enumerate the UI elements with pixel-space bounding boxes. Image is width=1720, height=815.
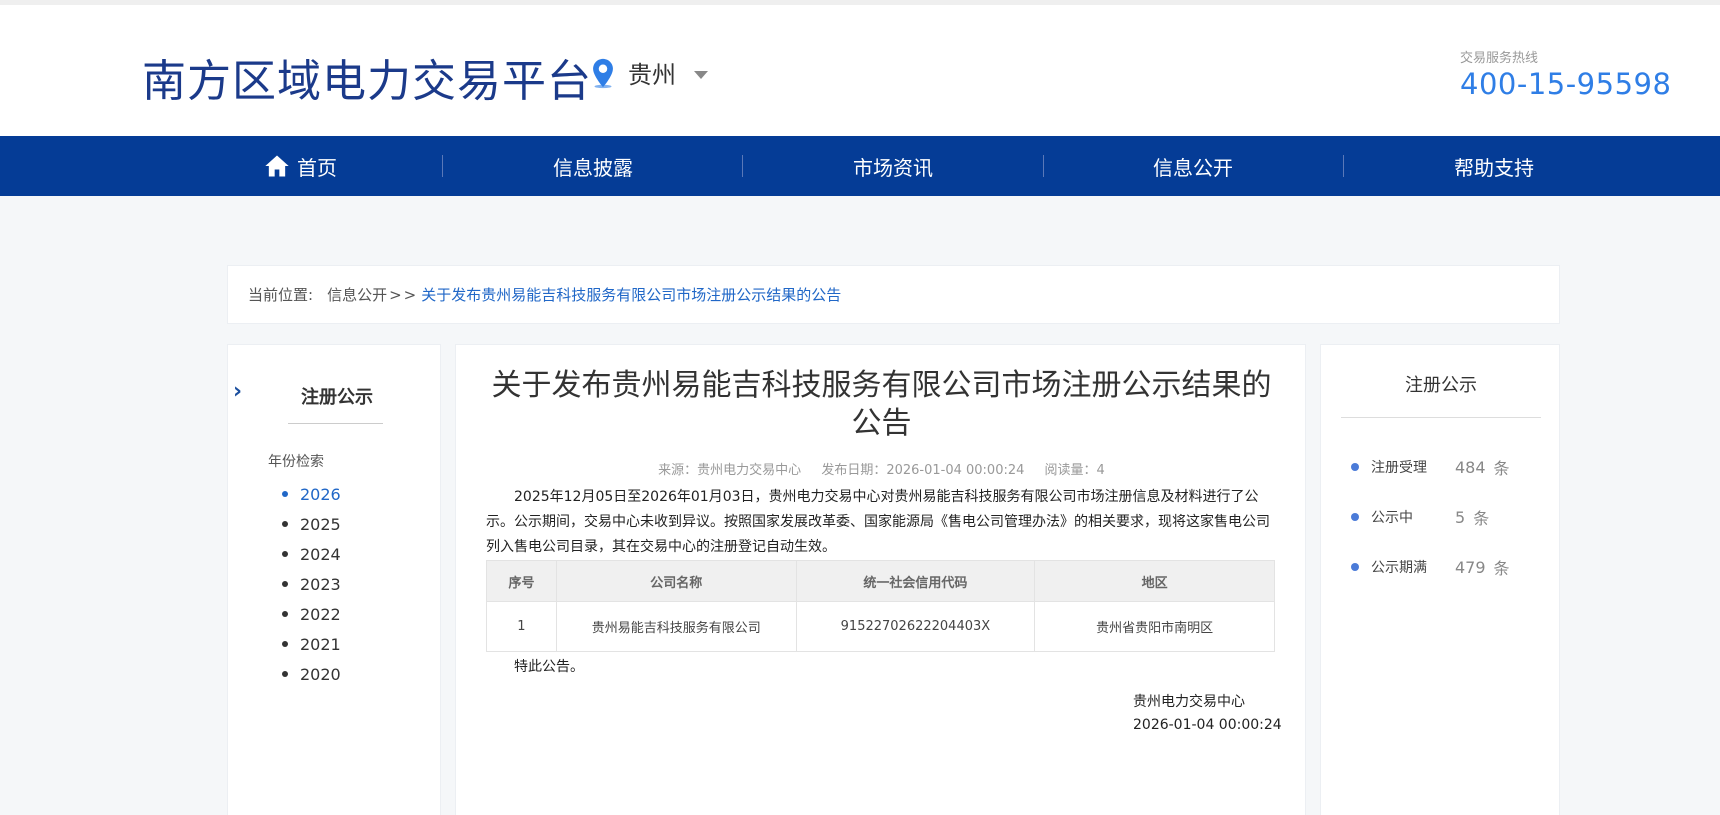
nav-item-market-news[interactable]: 市场资讯 bbox=[743, 136, 1043, 196]
stat-label: 公示中 bbox=[1371, 510, 1413, 526]
nav-item-public-info[interactable]: 信息公开 bbox=[1043, 136, 1343, 196]
hotline-label: 交易服务热线 bbox=[1460, 51, 1539, 66]
table-header-row: 序号 公司名称 统一社会信用代码 地区 bbox=[486, 560, 1275, 602]
bullet-icon bbox=[282, 671, 288, 677]
closing-text: 特此公告。 bbox=[514, 659, 584, 675]
region-label: 贵州 bbox=[628, 61, 676, 89]
column-header: 公司名称 bbox=[555, 560, 797, 602]
bullet-icon bbox=[282, 611, 288, 617]
nav-item-disclosure[interactable]: 信息披露 bbox=[443, 136, 743, 196]
nav-item-label: 市场资讯 bbox=[853, 155, 933, 180]
stats-panel: 注册公示 注册受理 484 条 公示中 5 条 公示期满 479 条 bbox=[1320, 344, 1560, 815]
nav-item-home[interactable]: 首页 bbox=[150, 136, 450, 196]
breadcrumb-label: 当前位置: bbox=[248, 286, 314, 304]
year-label: 2022 bbox=[300, 604, 341, 624]
bullet-icon bbox=[282, 641, 288, 647]
stat-value: 479 bbox=[1455, 557, 1486, 577]
table-cell-region: 贵州省贵阳市南明区 bbox=[1034, 601, 1275, 652]
column-header: 统一社会信用代码 bbox=[795, 560, 1036, 602]
column-header: 地区 bbox=[1034, 560, 1275, 602]
bullet-icon bbox=[1351, 463, 1359, 471]
year-label: 2023 bbox=[300, 574, 341, 594]
bullet-icon bbox=[282, 521, 288, 527]
article-body: 2025年12月05日至2026年01月03日，贵州电力交易中心对贵州易能吉科技… bbox=[486, 489, 1270, 555]
stat-item-accepted[interactable]: 注册受理 484 条 bbox=[1351, 455, 1510, 479]
stat-value: 5 bbox=[1455, 507, 1466, 527]
category-title[interactable]: 注册公示 bbox=[228, 383, 442, 409]
category-sidebar: › 注册公示 年份检索 2026 2025 2024 2023 2022 202… bbox=[227, 344, 441, 815]
bullet-icon bbox=[1351, 513, 1359, 521]
year-list: 2026 2025 2024 2023 2022 2021 2020 bbox=[282, 479, 341, 689]
nav-item-help[interactable]: 帮助支持 bbox=[1344, 136, 1644, 196]
nav-item-label: 信息公开 bbox=[1153, 155, 1233, 180]
column-header: 序号 bbox=[486, 560, 557, 602]
signature-org: 贵州电力交易中心 bbox=[1133, 694, 1245, 710]
year-filter-label: 年份检索 bbox=[268, 454, 324, 470]
table-cell-company: 贵州易能吉科技服务有限公司 bbox=[555, 601, 797, 652]
home-icon bbox=[265, 155, 289, 177]
year-item[interactable]: 2025 bbox=[282, 509, 341, 539]
bullet-icon bbox=[282, 581, 288, 587]
year-label: 2024 bbox=[300, 544, 341, 564]
main-nav: 首页 信息披露 市场资讯 信息公开 帮助支持 bbox=[0, 136, 1720, 196]
year-label: 2025 bbox=[300, 514, 341, 534]
region-selector[interactable]: 贵州 bbox=[586, 55, 708, 90]
table-cell-credit-code: 91522702622204403X bbox=[795, 601, 1036, 652]
year-item[interactable]: 2020 bbox=[282, 659, 341, 689]
divider bbox=[1341, 417, 1541, 418]
bullet-icon bbox=[282, 491, 288, 497]
stat-item-expired[interactable]: 公示期满 479 条 bbox=[1351, 555, 1510, 579]
year-label: 2020 bbox=[300, 664, 341, 684]
breadcrumb: 当前位置: 信息公开 >> 关于发布贵州易能吉科技服务有限公司市场注册公示结果的… bbox=[227, 265, 1560, 324]
year-item[interactable]: 2024 bbox=[282, 539, 341, 569]
stat-item-publicizing[interactable]: 公示中 5 条 bbox=[1351, 505, 1489, 529]
location-pin-icon bbox=[593, 58, 613, 88]
nav-item-label: 首页 bbox=[297, 155, 337, 180]
bullet-icon bbox=[282, 551, 288, 557]
year-item[interactable]: 2022 bbox=[282, 599, 341, 629]
stat-unit: 条 bbox=[1493, 459, 1510, 478]
breadcrumb-separator: >> bbox=[389, 285, 419, 304]
signature-date: 2026-01-04 00:00:24 bbox=[1133, 717, 1282, 733]
article-title: 关于发布贵州易能吉科技服务有限公司市场注册公示结果的公告 bbox=[491, 368, 1272, 441]
year-item[interactable]: 2023 bbox=[282, 569, 341, 599]
site-title[interactable]: 南方区域电力交易平台 bbox=[142, 45, 592, 109]
bullet-icon bbox=[1351, 563, 1359, 571]
site-header: 南方区域电力交易平台 贵州 交易服务热线 400-15-95598 bbox=[0, 5, 1720, 136]
table-cell-index: 1 bbox=[486, 601, 557, 652]
breadcrumb-current[interactable]: 关于发布贵州易能吉科技服务有限公司市场注册公示结果的公告 bbox=[421, 284, 841, 305]
stat-unit: 条 bbox=[1493, 559, 1510, 578]
year-label: 2026 bbox=[300, 484, 341, 504]
stats-title: 注册公示 bbox=[1405, 375, 1477, 396]
stat-label: 注册受理 bbox=[1371, 460, 1427, 476]
stat-label: 公示期满 bbox=[1371, 560, 1427, 576]
article-read-count: 阅读量：4 bbox=[1044, 463, 1105, 478]
divider bbox=[288, 423, 383, 424]
company-table: 序号 公司名称 统一社会信用代码 地区 1 贵州易能吉科技服务有限公司 9152… bbox=[486, 560, 1275, 652]
stat-unit: 条 bbox=[1473, 509, 1490, 528]
nav-item-label: 信息披露 bbox=[553, 155, 633, 180]
article-date: 发布日期：2026-01-04 00:00:24 bbox=[821, 463, 1025, 478]
table-row: 1 贵州易能吉科技服务有限公司 91522702622204403X 贵州省贵阳… bbox=[486, 601, 1275, 652]
article-meta: 来源：贵州电力交易中心 发布日期：2026-01-04 00:00:24 阅读量… bbox=[456, 459, 1307, 478]
article-source: 来源：贵州电力交易中心 bbox=[658, 463, 802, 478]
year-label: 2021 bbox=[300, 634, 341, 654]
year-item[interactable]: 2021 bbox=[282, 629, 341, 659]
year-item[interactable]: 2026 bbox=[282, 479, 341, 509]
hotline-number: 400-15-95598 bbox=[1460, 67, 1672, 101]
article-panel: 关于发布贵州易能吉科技服务有限公司市场注册公示结果的公告 来源：贵州电力交易中心… bbox=[455, 344, 1306, 815]
chevron-down-icon bbox=[694, 70, 708, 79]
breadcrumb-link-section[interactable]: 信息公开 bbox=[327, 284, 387, 305]
stat-value: 484 bbox=[1455, 457, 1486, 477]
nav-item-label: 帮助支持 bbox=[1454, 155, 1534, 180]
